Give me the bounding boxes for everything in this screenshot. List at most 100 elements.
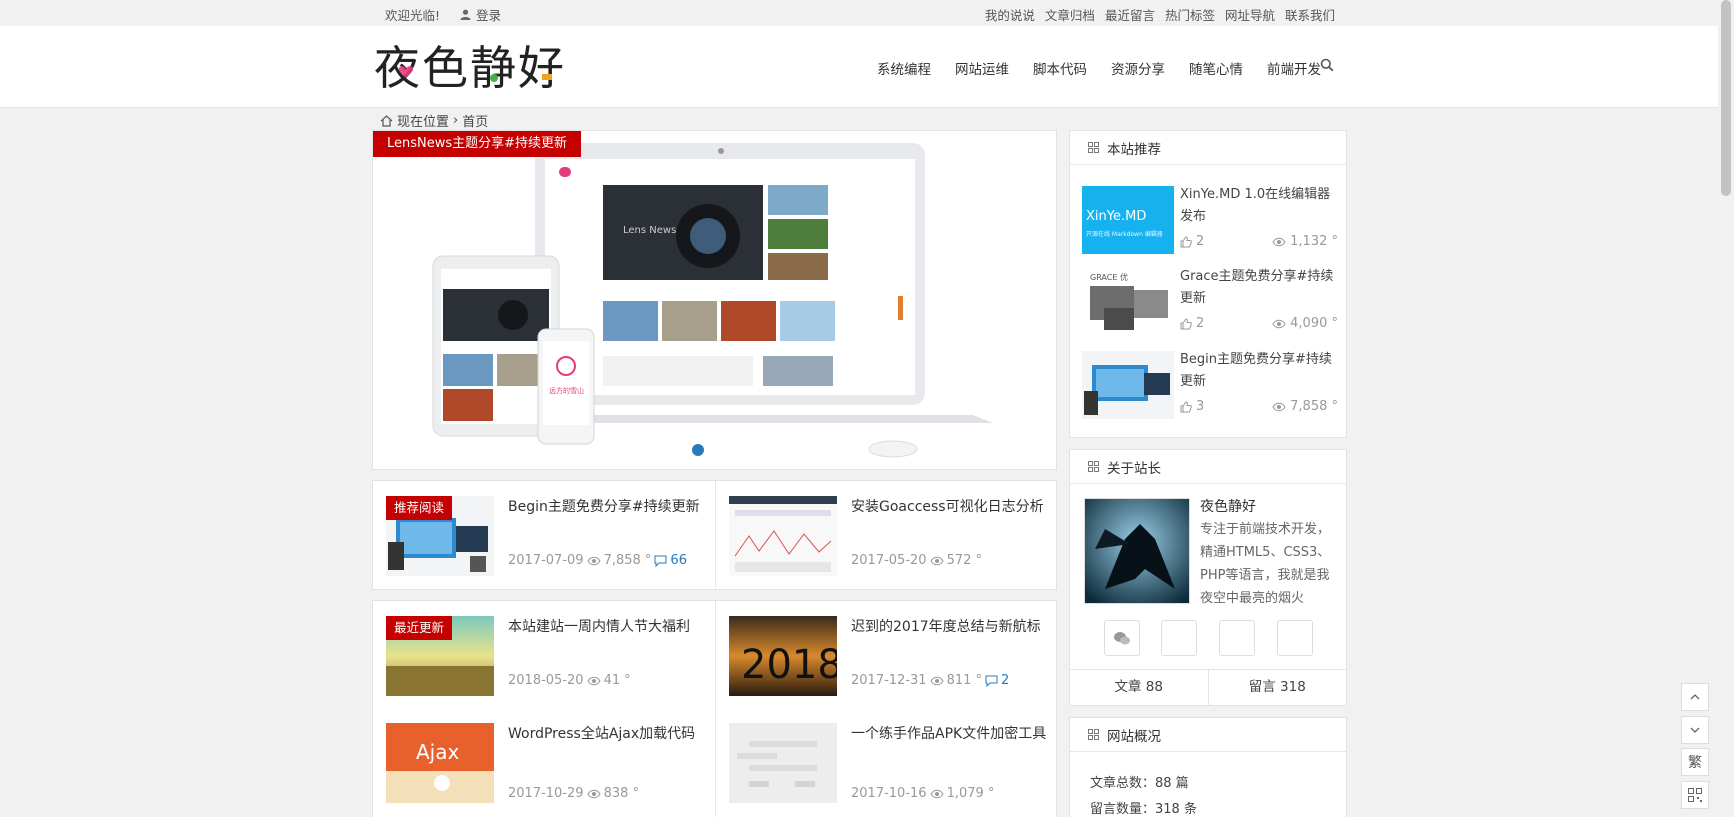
social-button-3[interactable] — [1219, 620, 1255, 656]
search-icon — [1320, 58, 1334, 72]
qrcode-icon — [1688, 788, 1702, 802]
slider-caption[interactable]: LensNews主题分享#持续更新 — [373, 131, 582, 157]
scroll-top-button[interactable] — [1681, 683, 1709, 711]
grid-icon — [1088, 461, 1099, 472]
breadcrumb-label: 现在位置 — [397, 115, 450, 130]
qrcode-button[interactable] — [1681, 781, 1709, 809]
nav-frontend[interactable]: 前端开发 — [1267, 58, 1321, 78]
like-count[interactable]: 2 — [1180, 234, 1204, 249]
comment-count[interactable]: 留言 318 — [1207, 670, 1347, 705]
comment-icon — [654, 555, 667, 567]
post-meta: 2017-12-31 811 ° 2 — [851, 673, 1009, 688]
scroll-bottom-button[interactable] — [1681, 716, 1709, 744]
grid-icon — [1088, 142, 1099, 153]
post-card[interactable]: 2018 迟到的2017年度总结与新航标 2017-12-31 811 ° 2 — [715, 601, 1057, 710]
nav-script-code[interactable]: 脚本代码 — [1033, 58, 1087, 78]
post-thumbnail[interactable] — [729, 496, 837, 576]
like-count[interactable]: 3 — [1180, 399, 1204, 414]
recommend-item[interactable]: GRACE 优 Grace主题免费分享#持续更新 2 4,090 ° — [1082, 268, 1338, 338]
recommend-thumbnail[interactable]: GRACE 优 — [1082, 268, 1174, 336]
post-thumbnail[interactable]: Ajax — [386, 723, 494, 803]
post-card[interactable]: 推荐阅读 Begin主题免费分享#持续更新 2017-07-09 7,858 °… — [373, 481, 715, 590]
top-bar: 欢迎光临! 登录 我的说说 文章归档 最近留言 热门标签 网址导航 联系我们 — [0, 0, 1734, 26]
recommend-thumbnail[interactable]: XinYe.MD 开源在线 Markdown 编辑器 — [1082, 186, 1174, 254]
top-link-shuoshuo[interactable]: 我的说说 — [985, 5, 1035, 24]
top-link-hot-tags[interactable]: 热门标签 — [1165, 5, 1215, 24]
post-meta: 2018-05-20 41 ° — [508, 673, 631, 688]
main-nav: 系统编程 网站运维 脚本代码 资源分享 随笔心情 前端开发 — [877, 58, 1321, 78]
recommend-item[interactable]: XinYe.MD 开源在线 Markdown 编辑器 XinYe.MD 1.0在线… — [1082, 186, 1338, 256]
post-badge: 最近更新 — [386, 616, 453, 640]
login-link[interactable]: 登录 — [460, 5, 501, 24]
social-button-4[interactable] — [1277, 620, 1313, 656]
post-card[interactable]: 最近更新 本站建站一周内情人节大福利 2018-05-20 41 ° — [373, 601, 715, 710]
post-thumbnail[interactable] — [729, 723, 837, 803]
post-meta: 2017-10-16 1,079 ° — [851, 786, 994, 801]
top-link-recent-comments[interactable]: 最近留言 — [1105, 5, 1155, 24]
slider-screen-brand: Lens News — [623, 225, 676, 236]
chevron-down-icon — [1690, 727, 1700, 733]
eye-icon — [1272, 319, 1286, 328]
eye-icon — [929, 789, 944, 798]
post-thumbnail[interactable]: 2018 — [729, 616, 837, 696]
post-title[interactable]: 一个练手作品APK文件加密工具 — [851, 723, 1046, 743]
post-meta: 2017-10-29 838 ° — [508, 786, 639, 801]
traditional-chinese-button[interactable]: 繁 — [1681, 748, 1709, 776]
post-card[interactable]: Ajax WordPress全站Ajax加载代码 2017-10-29 838 … — [373, 709, 715, 817]
thumbs-up-icon — [1180, 400, 1192, 412]
post-title[interactable]: WordPress全站Ajax加载代码 — [508, 723, 695, 743]
post-date: 2017-12-31 — [851, 673, 927, 688]
view-count: 7,858 ° — [1272, 399, 1338, 414]
post-comments-link[interactable]: 66 — [654, 553, 687, 568]
comment-icon — [985, 675, 998, 687]
recommend-thumbnail[interactable] — [1082, 351, 1174, 419]
post-date: 2017-10-29 — [508, 786, 584, 801]
post-row: 推荐阅读 Begin主题免费分享#持续更新 2017-07-09 7,858 °… — [372, 480, 1057, 590]
recommend-title[interactable]: Begin主题免费分享#持续更新 — [1180, 349, 1338, 393]
slider-dot[interactable] — [692, 444, 704, 456]
post-date: 2018-05-20 — [508, 673, 584, 688]
user-icon — [460, 9, 471, 20]
post-card[interactable]: 安装Goaccess可视化日志分析 2017-05-20 572 ° — [715, 481, 1057, 590]
site-logo[interactable]: 夜色静好 — [374, 38, 586, 94]
post-thumbnail[interactable]: 最近更新 — [386, 616, 494, 696]
article-count[interactable]: 文章 88 — [1070, 670, 1208, 705]
grid-icon — [1088, 729, 1099, 740]
wechat-button[interactable] — [1104, 620, 1140, 656]
breadcrumb-home-link[interactable]: 首页 — [462, 111, 488, 130]
recommend-title[interactable]: XinYe.MD 1.0在线编辑器发布 — [1180, 184, 1338, 228]
post-comments-link[interactable]: 2 — [985, 673, 1009, 688]
owner-stats: 文章 88 留言 318 — [1070, 669, 1346, 705]
social-button-2[interactable] — [1161, 620, 1197, 656]
recommend-item[interactable]: Begin主题免费分享#持续更新 3 7,858 ° — [1082, 351, 1338, 421]
nav-system-programming[interactable]: 系统编程 — [877, 58, 931, 78]
widget-header: 关于站长 — [1070, 450, 1346, 484]
post-title[interactable]: Begin主题免费分享#持续更新 — [508, 496, 700, 516]
avatar[interactable] — [1084, 498, 1190, 604]
eye-icon — [929, 556, 944, 565]
search-button[interactable] — [1320, 58, 1334, 72]
post-views: 1,079 ° — [946, 786, 995, 801]
widget-title: 本站推荐 — [1107, 141, 1161, 158]
like-count[interactable]: 2 — [1180, 316, 1204, 331]
top-link-contact[interactable]: 联系我们 — [1285, 5, 1335, 24]
post-title[interactable]: 迟到的2017年度总结与新航标 — [851, 616, 1041, 636]
top-link-nav-sites[interactable]: 网址导航 — [1225, 5, 1275, 24]
top-link-archive[interactable]: 文章归档 — [1045, 5, 1095, 24]
post-date: 2017-05-20 — [851, 553, 927, 568]
post-title[interactable]: 安装Goaccess可视化日志分析 — [851, 496, 1044, 516]
post-title[interactable]: 本站建站一周内情人节大福利 — [508, 616, 690, 636]
nav-essays[interactable]: 随笔心情 — [1189, 58, 1243, 78]
thumb-xinye-sub: 开源在线 Markdown 编辑器 — [1086, 230, 1163, 238]
recommend-title[interactable]: Grace主题免费分享#持续更新 — [1180, 266, 1338, 310]
nav-resource-share[interactable]: 资源分享 — [1111, 58, 1165, 78]
post-thumbnail[interactable]: 推荐阅读 — [386, 496, 494, 576]
scrollbar-thumb[interactable] — [1721, 0, 1731, 196]
owner-description: 专注于前端技术开发，精通HTML5、CSS3、PHP等语言，我就是我夜空中最亮的… — [1200, 522, 1331, 606]
eye-icon — [586, 789, 601, 798]
nav-site-ops[interactable]: 网站运维 — [955, 58, 1009, 78]
post-card[interactable]: 一个练手作品APK文件加密工具 2017-10-16 1,079 ° — [715, 709, 1057, 817]
slider-phone-text: 远方的雪山 — [549, 386, 584, 395]
featured-slider[interactable]: Lens News 远方的雪山 LensNews主题分享#持续更新 — [372, 130, 1057, 470]
eye-icon — [1272, 237, 1286, 246]
